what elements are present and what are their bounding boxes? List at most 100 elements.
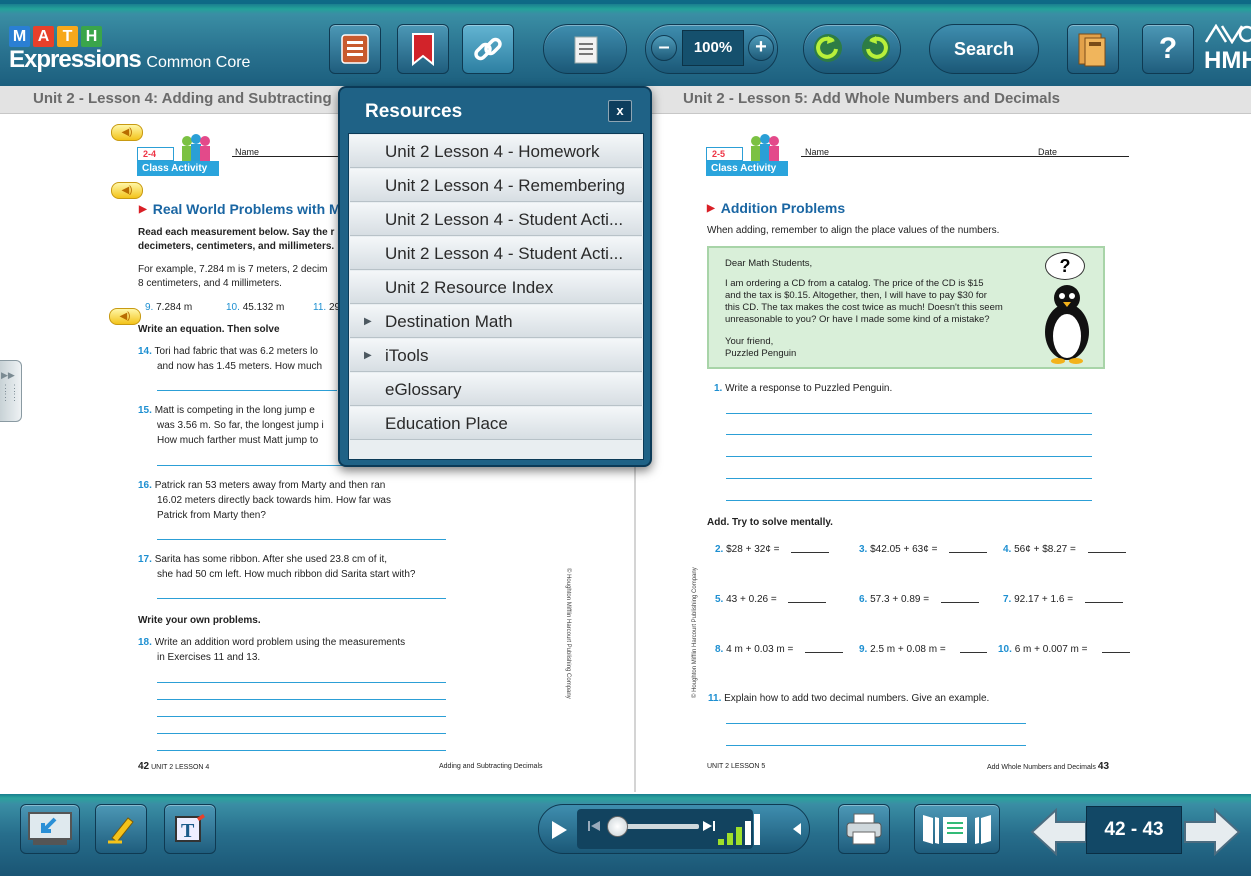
logo-tile-t: T [57,26,78,47]
exercise-9: 9. 7.284 m [145,302,193,313]
help-button[interactable]: ? [1142,24,1194,74]
audio-slider-thumb[interactable] [607,816,628,837]
answer-blank[interactable] [949,552,987,553]
answer-line[interactable] [726,723,1026,724]
highlighter-button[interactable] [95,804,147,854]
link-icon [474,37,502,61]
problem-17: 17. Sarita has some ribbon. After she us… [138,554,388,565]
zoom-out-button[interactable]: – [651,35,677,61]
answer-line[interactable] [726,413,1092,414]
answer-blank[interactable] [788,602,826,603]
answer-line[interactable] [157,682,446,683]
answer-line[interactable] [157,699,446,700]
math-expressions-logo: M A T H Expressions Common Core [9,26,250,76]
exercise: 9. 2.5 m + 0.08 m = [859,644,946,655]
answer-line[interactable] [157,539,446,540]
answer-blank[interactable] [1088,552,1126,553]
notes-button[interactable] [543,24,627,74]
exercise: 4. 56¢ + $8.27 = [1003,544,1076,555]
problem-14-line2: and now has 1.45 meters. How much [157,361,323,372]
audio-button[interactable]: ◀) [111,182,143,199]
page-footer-right: Add Whole Numbers and Decimals 43 [987,761,1110,772]
answer-blank[interactable] [791,552,829,553]
expand-triangle-icon: ▶ [364,350,372,361]
answer-line[interactable] [157,598,446,599]
exit-whiteboard-button[interactable] [20,804,80,854]
expand-triangle-icon: ▶ [364,316,372,327]
answer-line[interactable] [157,750,446,751]
page-number-display[interactable]: 42 - 43 [1086,806,1182,854]
folder-button[interactable] [1067,24,1119,74]
exercise: 3. $42.05 + 63¢ = [859,544,938,555]
previous-page-button[interactable] [1030,808,1090,856]
redo-button[interactable] [859,30,893,71]
resource-item[interactable]: Unit 2 Resource Index [350,271,642,304]
grip-icon: ⋮⋮ ⋮⋮ [1,383,19,402]
resources-button[interactable] [462,24,514,74]
page-view-button[interactable] [914,804,1000,854]
rotate-right-icon [862,34,890,62]
text-tool-button[interactable]: T [164,804,216,854]
bookmark-button[interactable] [397,24,449,74]
answer-blank[interactable] [960,652,987,653]
collapse-arrow-icon[interactable] [791,821,803,837]
rotate-left-icon [814,34,842,62]
resource-item[interactable]: Unit 2 Lesson 4 - Student Acti... [350,203,642,236]
logo-tile-h: H [81,26,102,47]
skip-back-icon[interactable] [587,819,601,833]
right-lesson-title: Unit 2 - Lesson 5: Add Whole Numbers and… [683,90,1061,107]
print-icon [846,813,882,845]
letter-line: I am ordering a CD from a catalog. The p… [725,278,984,289]
answer-blank[interactable] [1102,652,1130,653]
puzzled-penguin-letter: Dear Math Students, I am ordering a CD f… [707,246,1105,369]
resource-item[interactable]: Education Place [350,407,642,440]
zoom-in-button[interactable]: + [748,35,774,61]
search-button[interactable]: Search [929,24,1039,74]
bottom-toolbar: T 42 - 43 [0,794,1251,876]
answer-line[interactable] [726,456,1092,457]
page-footer-left: 42 UNIT 2 LESSON 4 [138,761,210,772]
audio-button[interactable]: ◀) [109,308,141,325]
table-of-contents-button[interactable] [329,24,381,74]
answer-line[interactable] [726,478,1092,479]
answer-line[interactable] [157,733,446,734]
resource-item[interactable]: Unit 2 Lesson 4 - Remembering [350,169,642,202]
answer-line[interactable] [157,390,337,391]
side-panel-handle[interactable]: ▶▶ ⋮⋮ ⋮⋮ [0,360,22,422]
close-button[interactable]: x [608,100,632,122]
students-icon [751,134,779,161]
answer-line[interactable] [726,500,1092,501]
volume-icon[interactable] [716,811,772,847]
play-icon[interactable] [549,819,569,841]
answer-line[interactable] [157,716,446,717]
section-heading: Addition Problems [707,200,845,216]
name-label: Name [235,147,260,157]
problem-15-line2: was 3.56 m. So far, the longest jump i [157,420,324,431]
answer-blank[interactable] [1085,602,1123,603]
resource-item-expandable[interactable]: ▶ Destination Math [350,305,642,338]
undo-button[interactable] [811,30,845,71]
top-toolbar: M A T H Expressions Common Core – 100% +… [0,0,1251,86]
answer-line[interactable] [726,745,1026,746]
resource-item[interactable]: Unit 2 Lesson 4 - Homework [350,135,642,168]
speaker-icon: ◀) [121,185,133,196]
problem-16-line2: 16.02 meters directly back towards him. … [157,495,391,506]
next-page-button[interactable] [1181,808,1241,856]
problem-15: 15. Matt is competing in the long jump e [138,405,315,416]
exercise: 6. 57.3 + 0.89 = [859,594,930,605]
answer-blank[interactable] [941,602,979,603]
skip-forward-icon[interactable] [702,819,716,833]
arrow-left-icon [1030,808,1087,856]
audio-player [538,804,810,854]
resource-item[interactable]: eGlossary [350,373,642,406]
letter-signature: Puzzled Penguin [725,348,797,359]
letter-line: unreasonable to you? Or have I made some… [725,314,990,325]
example-line: For example, 7.284 m is 7 meters, 2 deci… [138,264,328,275]
arrow-right-icon [1184,808,1241,856]
answer-blank[interactable] [805,652,843,653]
answer-line[interactable] [726,434,1092,435]
resource-item-expandable[interactable]: ▶ iTools [350,339,642,372]
print-button[interactable] [838,804,890,854]
resource-item[interactable]: Unit 2 Lesson 4 - Student Acti... [350,237,642,270]
question-1: 1. Write a response to Puzzled Penguin. [714,383,893,394]
